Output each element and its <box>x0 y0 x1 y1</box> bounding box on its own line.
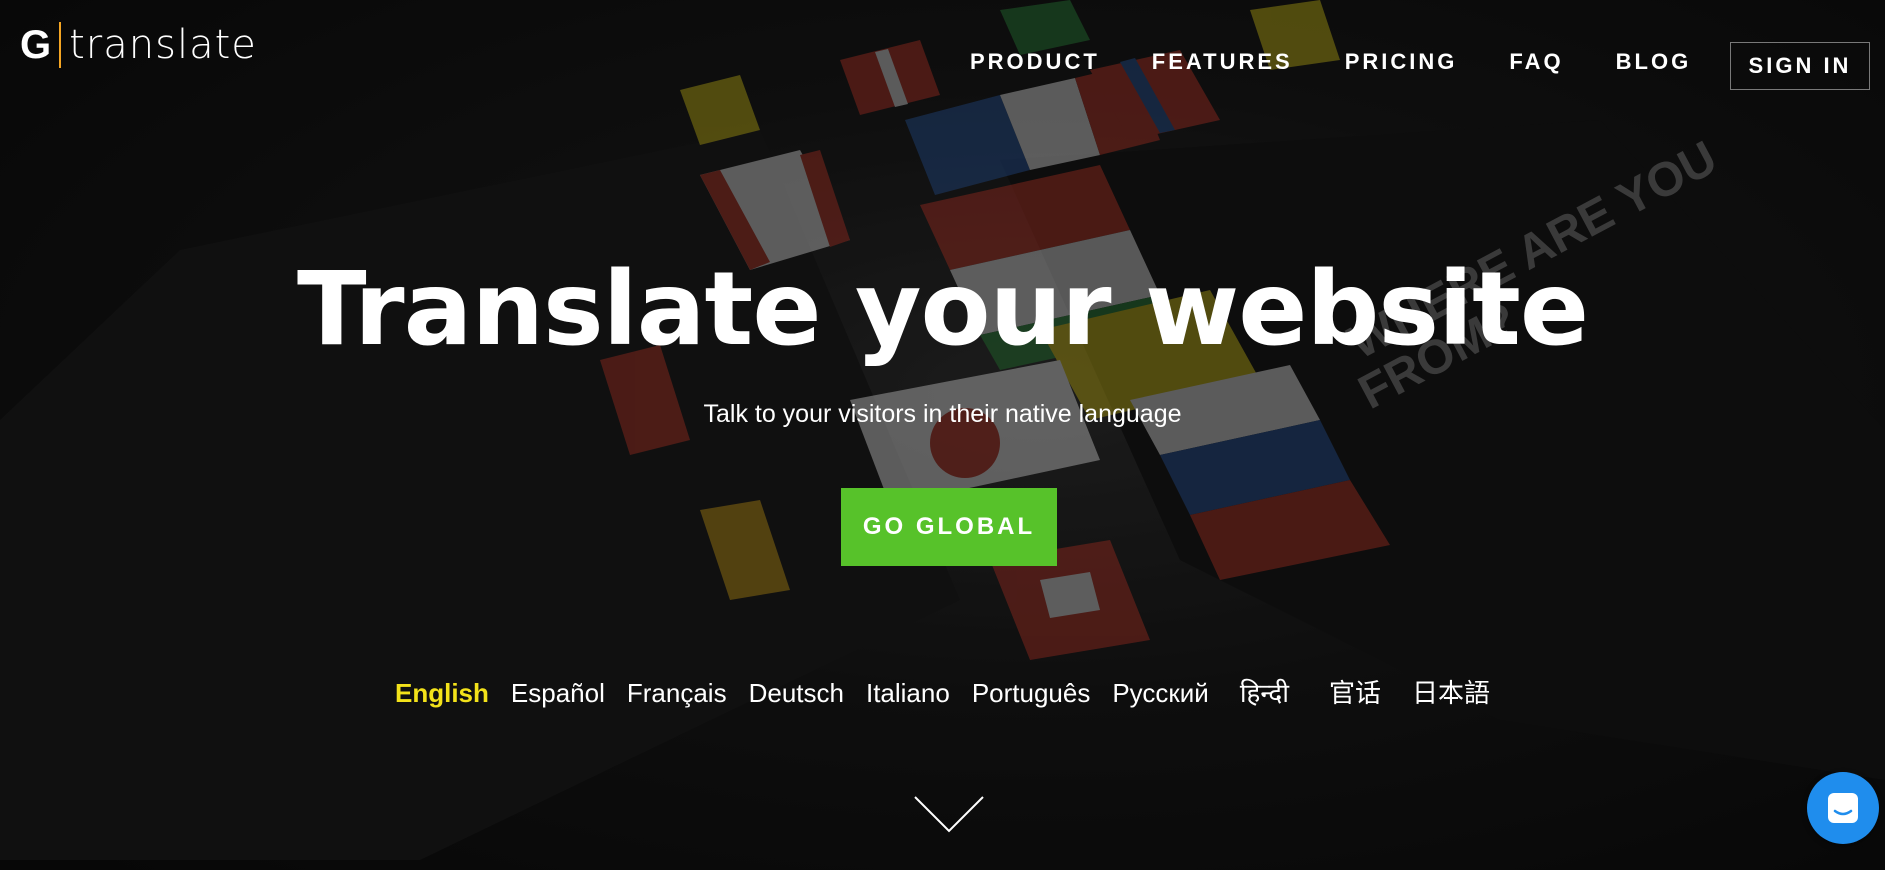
hero-subtitle: Talk to your visitors in their native la… <box>703 400 1182 428</box>
main-nav: PRODUCT FEATURES PRICING FAQ BLOG <box>970 42 1691 82</box>
sign-in-button[interactable]: SIGN IN <box>1730 42 1870 90</box>
language-hindi[interactable]: हिन्दी <box>1240 675 1289 711</box>
chat-launcher-button[interactable] <box>1807 772 1879 844</box>
nav-product[interactable]: PRODUCT <box>970 42 1100 82</box>
language-russian[interactable]: Русский <box>1112 675 1208 711</box>
hero-background: WHERE ARE YOU FROM? <box>0 0 1885 870</box>
nav-faq[interactable]: FAQ <box>1509 42 1563 82</box>
language-french[interactable]: Français <box>627 675 727 711</box>
language-english[interactable]: English <box>395 675 489 711</box>
logo-letter: G <box>20 23 52 67</box>
nav-features[interactable]: FEATURES <box>1152 42 1293 82</box>
language-portuguese[interactable]: Português <box>972 675 1091 711</box>
logo-text: translate <box>69 22 257 68</box>
chevron-down-icon[interactable] <box>913 795 985 835</box>
chat-icon <box>1826 791 1860 825</box>
nav-blog[interactable]: BLOG <box>1616 42 1692 82</box>
logo[interactable]: G translate <box>20 22 257 68</box>
nav-pricing[interactable]: PRICING <box>1345 42 1458 82</box>
language-list: English Español Français Deutsch Italian… <box>0 675 1885 711</box>
language-spanish[interactable]: Español <box>511 675 605 711</box>
language-japanese[interactable]: 日本語 <box>1412 675 1490 711</box>
language-mandarin[interactable]: 官话 <box>1329 675 1381 711</box>
go-global-button[interactable]: GO GLOBAL <box>841 488 1057 566</box>
hero-title: Translate your website <box>296 250 1589 369</box>
language-german[interactable]: Deutsch <box>749 675 844 711</box>
language-italian[interactable]: Italiano <box>866 675 950 711</box>
logo-divider <box>59 22 62 68</box>
